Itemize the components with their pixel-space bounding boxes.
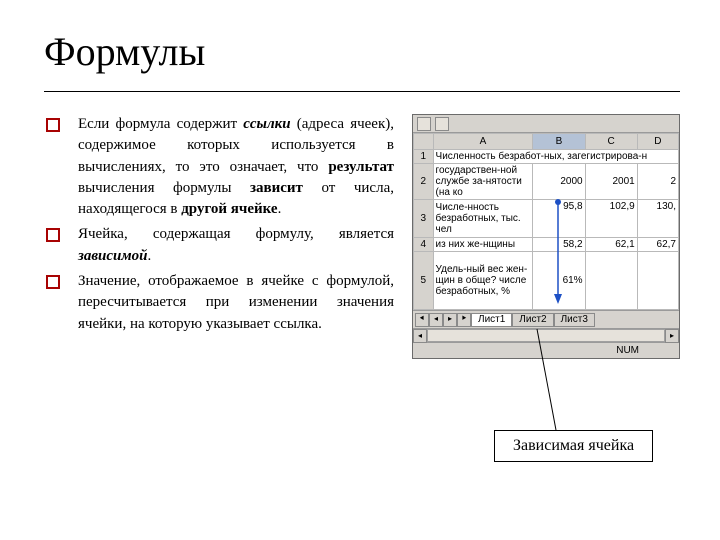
sheet-tab: Лист3	[554, 313, 595, 327]
row-header: 1	[414, 150, 434, 164]
cell: государствен-ной службе за-нятости (на к…	[433, 164, 533, 200]
sheet-tabs: ⯇ ◂ ▸ ⯈ Лист1 Лист2 Лист3	[413, 310, 679, 328]
tab-nav-next-icon: ▸	[443, 313, 457, 327]
cell	[585, 252, 637, 310]
cell: 58,2	[533, 238, 585, 252]
spreadsheet-screenshot: A B C D 1 Численность безработ-ных, заге…	[412, 114, 680, 359]
cell: 102,9	[585, 200, 637, 238]
col-header: A	[433, 134, 533, 150]
sheet-tab: Лист1	[471, 313, 512, 327]
cell: 95,8	[533, 200, 585, 238]
cell: 2	[637, 164, 678, 200]
callout-label: Зависимая ячейка	[494, 430, 653, 462]
toolbar-icon	[435, 117, 449, 131]
corner-cell	[414, 134, 434, 150]
slide-title: Формулы	[44, 28, 680, 75]
cell	[637, 252, 678, 310]
row-header: 3	[414, 200, 434, 238]
title-divider	[44, 91, 680, 92]
cell: Числе-нность безработных, тыс. чел	[433, 200, 533, 238]
col-header: B	[533, 134, 585, 150]
toolbar-icon	[417, 117, 431, 131]
scroll-left-icon: ◂	[413, 329, 427, 343]
row-header: 4	[414, 238, 434, 252]
cell: 130,	[637, 200, 678, 238]
tab-nav-first-icon: ⯇	[415, 313, 429, 327]
toolbar	[413, 115, 679, 133]
bullet-item: Ячейка, содержащая формулу, является зав…	[44, 224, 394, 267]
cell: Численность безработ-ных, загегистрирова…	[433, 150, 678, 164]
cell: 61%	[533, 252, 585, 310]
tab-nav-prev-icon: ◂	[429, 313, 443, 327]
bullet-item: Если формула содержит ссылки (адреса яче…	[44, 114, 394, 220]
cell: 2001	[585, 164, 637, 200]
cell: 62,1	[585, 238, 637, 252]
row-header: 5	[414, 252, 434, 310]
cell: из них же-нщины	[433, 238, 533, 252]
cell: 2000	[533, 164, 585, 200]
row-header: 2	[414, 164, 434, 200]
bullet-list: Если формула содержит ссылки (адреса яче…	[44, 114, 394, 335]
bullet-item: Значение, отображаемое в ячейке с формул…	[44, 271, 394, 335]
cell: Удель-ный вес жен-щин в обще? числе безр…	[433, 252, 533, 310]
sheet-tab: Лист2	[512, 313, 553, 327]
tab-nav-last-icon: ⯈	[457, 313, 471, 327]
scrollbar-horizontal: ◂ ▸	[413, 328, 679, 342]
col-header: C	[585, 134, 637, 150]
cell: 62,7	[637, 238, 678, 252]
col-header: D	[637, 134, 678, 150]
status-bar: NUM	[413, 342, 679, 358]
spreadsheet-grid: A B C D 1 Численность безработ-ных, заге…	[413, 133, 679, 310]
scroll-right-icon: ▸	[665, 329, 679, 343]
